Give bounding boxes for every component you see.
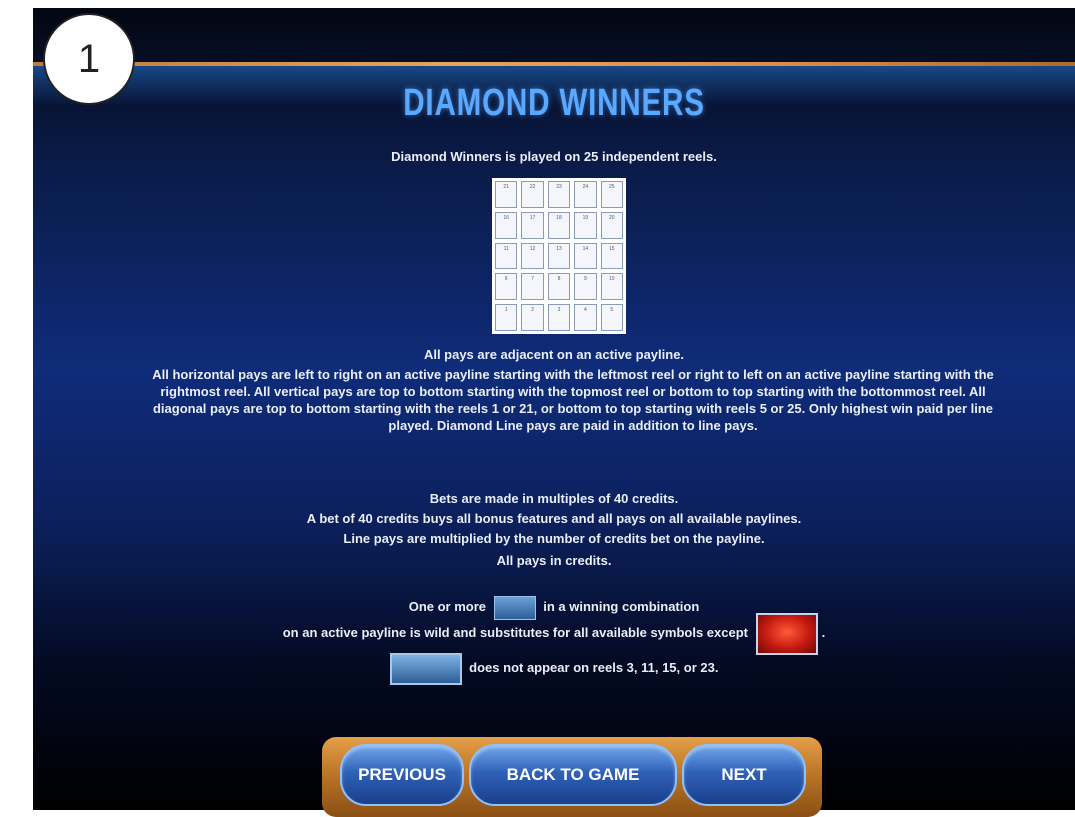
back-to-game-button[interactable]: BACK TO GAME	[469, 744, 677, 806]
reel-cell: 4	[574, 304, 597, 331]
previous-button[interactable]: PREVIOUS	[340, 744, 464, 806]
page-title: DIAMOND WINNERS	[403, 82, 705, 124]
wild-symbol-icon-2	[389, 652, 462, 685]
reel-cell: 3	[547, 304, 571, 331]
rule-adjacent: All pays are adjacent on an active payli…	[423, 347, 685, 362]
wild-line-2: on an active payline is wild and substit…	[33, 612, 1075, 655]
reel-cell: 13	[547, 242, 571, 270]
reel-cell: 23	[547, 181, 571, 208]
reel-cell: 5	[600, 304, 623, 331]
reel-cell: 16	[495, 211, 518, 239]
reel-cell: 8	[547, 273, 571, 301]
reel-cell: 10	[600, 273, 623, 301]
reel-cell: 25	[600, 181, 623, 208]
step-number-badge: 1	[43, 13, 135, 105]
wild-line-3-text: does not appear on reels 3, 11, 15, or 2…	[469, 660, 719, 675]
reel-layout-grid: 21 22 23 24 25 16 17 18 19 20 11 12 13 14 15 6 7 8 9 10 1 2 3 4…	[492, 178, 626, 334]
rule-paragraph: All horizontal pays are left to right on…	[152, 367, 994, 433]
reel-cell: 1	[495, 304, 518, 331]
bet-bonus-text: A bet of 40 credits buys all bonus featu…	[306, 511, 802, 526]
wild-line-2-text: on an active payline is wild and substit…	[282, 625, 748, 640]
reel-cell: 15	[600, 242, 623, 270]
scatter-symbol-icon	[755, 612, 818, 655]
next-button[interactable]: NEXT	[682, 744, 806, 806]
wild-line-2-end: .	[821, 625, 826, 640]
reel-cell: 18	[547, 211, 571, 239]
reel-cell: 12	[521, 242, 544, 270]
reel-cell: 21	[495, 181, 518, 208]
line-pay-text: Line pays are multiplied by the number o…	[343, 531, 765, 546]
intro-text: Diamond Winners is played on 25 independ…	[391, 149, 717, 164]
reel-cell: 17	[521, 211, 544, 239]
bet-multiples-text: Bets are made in multiples of 40 credits…	[429, 491, 679, 506]
reel-cell: 11	[495, 242, 518, 270]
reel-cell: 2	[521, 304, 544, 331]
reel-cell: 22	[521, 181, 544, 208]
reel-cell: 6	[495, 273, 518, 301]
wild-line-3: does not appear on reels 3, 11, 15, or 2…	[33, 652, 1075, 685]
credits-text: All pays in credits.	[496, 553, 612, 568]
reel-cell: 20	[600, 211, 623, 239]
reel-cell: 19	[574, 211, 597, 239]
reel-cell: 14	[574, 242, 597, 270]
reel-cell: 24	[574, 181, 597, 208]
reel-cell: 7	[521, 273, 544, 301]
reel-cell: 9	[574, 273, 597, 301]
